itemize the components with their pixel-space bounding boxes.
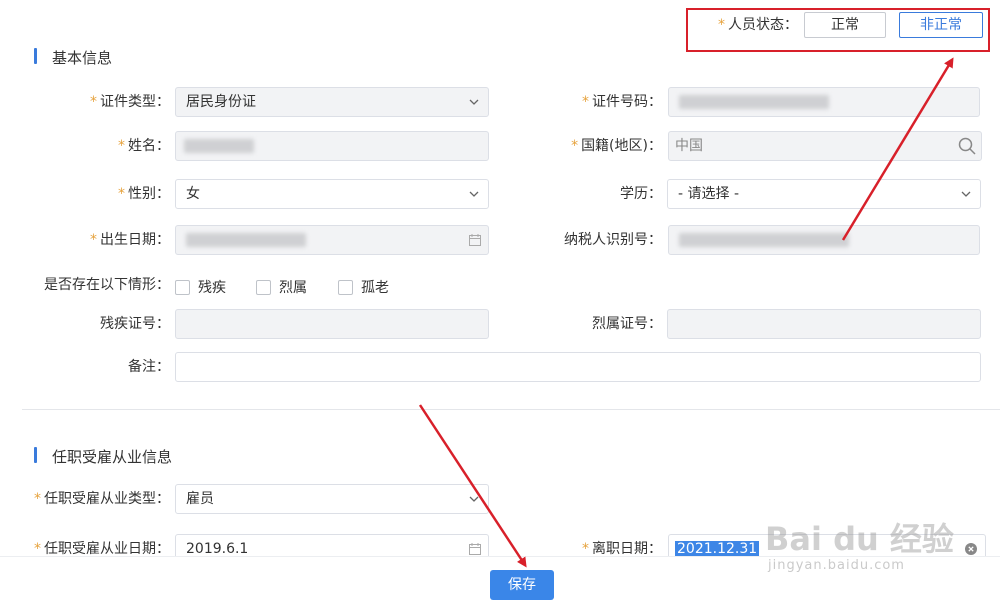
arrow-to-status: [841, 57, 954, 241]
annotation-arrows: [418, 57, 954, 568]
arrow-to-save: [418, 404, 527, 568]
